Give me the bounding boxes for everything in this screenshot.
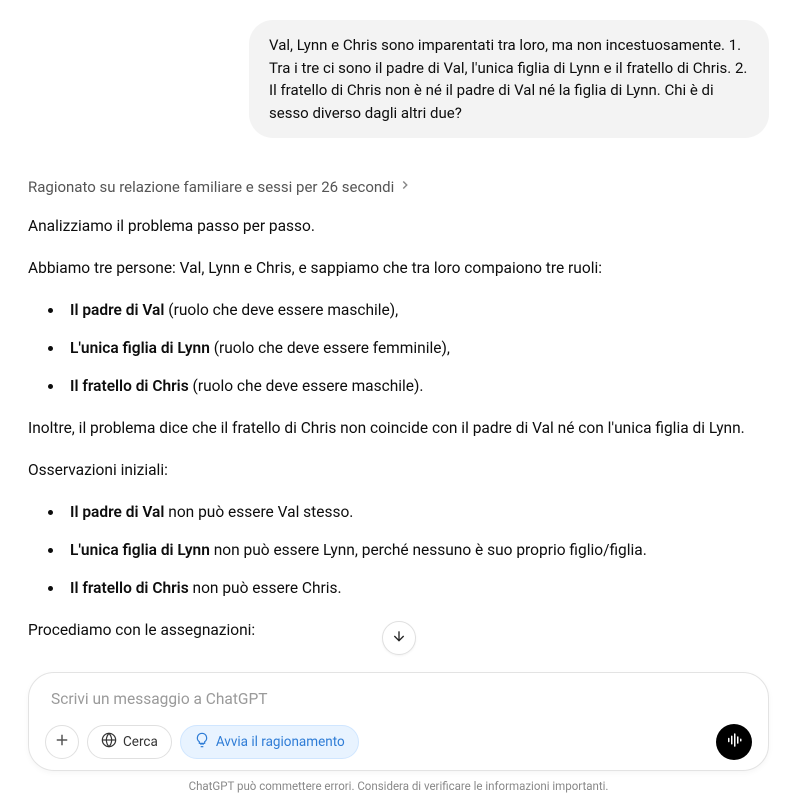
- plus-icon: [53, 731, 71, 753]
- user-text: Val, Lynn e Chris sono imparentati tra l…: [269, 36, 747, 122]
- disclaimer: ChatGPT può commettere errori. Considera…: [28, 771, 769, 795]
- chevron-right-icon: [398, 178, 412, 196]
- list-item: Il padre di Val non può essere Val stess…: [64, 500, 769, 524]
- composer-box[interactable]: Scrivi un messaggio a ChatGPT Cerca Avvi…: [28, 672, 769, 771]
- list-item: L'unica figlia di Lynn non può essere Ly…: [64, 538, 769, 562]
- composer: Scrivi un messaggio a ChatGPT Cerca Avvi…: [0, 672, 797, 803]
- reasoning-label: Ragionato su relazione familiare e sessi…: [28, 178, 394, 196]
- waveform-icon: [725, 731, 743, 753]
- assistant-p1: Analizziamo il problema passo per passo.: [28, 214, 769, 238]
- reasoning-button[interactable]: Avvia il ragionamento: [180, 725, 359, 759]
- composer-controls: Cerca Avvia il ragionamento: [45, 724, 752, 760]
- lightbulb-icon: [194, 732, 210, 752]
- chat-scroll-area[interactable]: Val, Lynn e Chris sono imparentati tra l…: [0, 0, 797, 683]
- voice-button[interactable]: [716, 724, 752, 760]
- attach-button[interactable]: [45, 725, 79, 759]
- globe-icon: [101, 732, 117, 752]
- assistant-p3: Inoltre, il problema dice che il fratell…: [28, 416, 769, 440]
- assistant-message: Analizziamo il problema passo per passo.…: [28, 214, 769, 642]
- roles-list: Il padre di Val (ruolo che deve essere m…: [28, 298, 769, 398]
- list-item: Il fratello di Chris non può essere Chri…: [64, 576, 769, 600]
- composer-placeholder: Scrivi un messaggio a ChatGPT: [51, 690, 268, 708]
- reasoning-btn-label: Avvia il ragionamento: [216, 734, 345, 750]
- composer-textarea[interactable]: Scrivi un messaggio a ChatGPT: [45, 687, 752, 724]
- scroll-down-button[interactable]: [382, 621, 416, 655]
- arrow-down-icon: [391, 628, 407, 648]
- assistant-p4: Osservazioni iniziali:: [28, 458, 769, 482]
- list-item: Il fratello di Chris (ruolo che deve ess…: [64, 374, 769, 398]
- user-message: Val, Lynn e Chris sono imparentati tra l…: [28, 20, 769, 138]
- search-button[interactable]: Cerca: [87, 725, 172, 759]
- reasoning-disclosure[interactable]: Ragionato su relazione familiare e sessi…: [28, 178, 769, 196]
- list-item: Il padre di Val (ruolo che deve essere m…: [64, 298, 769, 322]
- search-label: Cerca: [123, 734, 158, 750]
- assistant-p2: Abbiamo tre persone: Val, Lynn e Chris, …: [28, 256, 769, 280]
- list-item: L'unica figlia di Lynn (ruolo che deve e…: [64, 336, 769, 360]
- observations-list: Il padre di Val non può essere Val stess…: [28, 500, 769, 600]
- user-bubble: Val, Lynn e Chris sono imparentati tra l…: [249, 20, 769, 138]
